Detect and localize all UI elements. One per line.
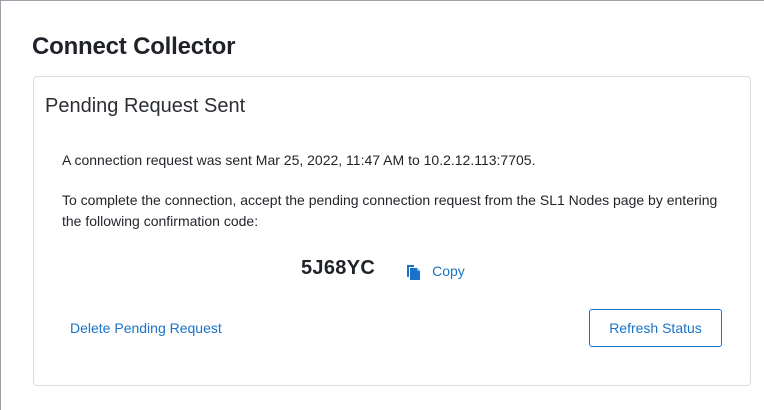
copy-icon [407,264,421,280]
confirmation-code-row: 5J68YC Copy [301,257,465,280]
card-title: Pending Request Sent [45,95,246,117]
confirmation-code: 5J68YC [301,257,376,279]
pending-request-card: Pending Request Sent A connection reques… [33,76,751,386]
request-sent-message: A connection request was sent Mar 25, 20… [62,152,536,168]
page: Connect Collector Pending Request Sent A… [0,0,764,410]
copy-label: Copy [432,262,465,279]
copy-button[interactable]: Copy [405,262,465,280]
instructions-text: To complete the connection, accept the p… [62,192,718,229]
refresh-status-button[interactable]: Refresh Status [589,309,722,347]
page-title: Connect Collector [32,33,236,60]
delete-pending-request-link[interactable]: Delete Pending Request [70,320,222,336]
